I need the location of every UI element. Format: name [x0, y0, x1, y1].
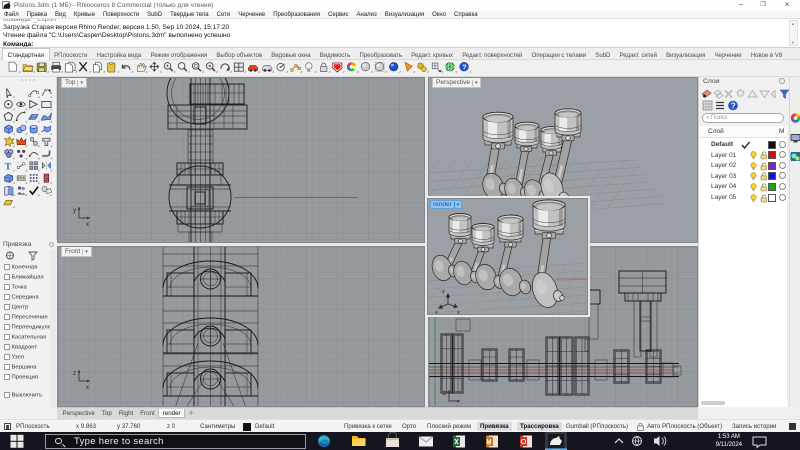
svg-text:T: T [5, 162, 12, 173]
svg-text:z: z [443, 391, 446, 397]
svg-text:x: x [86, 385, 89, 391]
svg-text:?: ? [462, 62, 467, 71]
svg-text:123: 123 [18, 176, 27, 182]
svg-text:z: z [73, 371, 76, 377]
svg-text:y: y [73, 208, 76, 214]
svg-text:x: x [86, 222, 89, 228]
svg-text:z: z [442, 289, 445, 295]
svg-text:y: y [435, 310, 438, 315]
svg-text:?: ? [731, 102, 736, 111]
svg-text:x: x [457, 310, 460, 315]
